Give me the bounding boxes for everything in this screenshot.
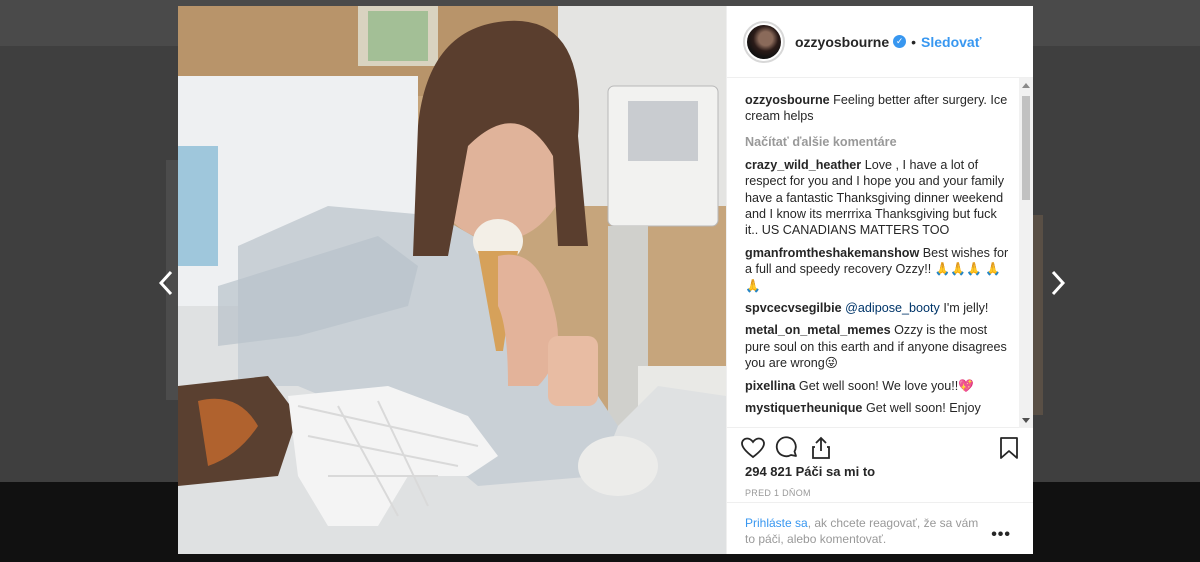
comment-item: pixellina Get well soon! We love you!!💖 [745, 378, 1013, 394]
heart-icon [741, 437, 765, 459]
verified-badge-icon: ✓ [893, 35, 907, 48]
post-actions [741, 430, 1019, 466]
comment-bubble-icon [775, 436, 797, 458]
next-post-button[interactable] [1046, 270, 1070, 302]
chevron-right-icon [1051, 270, 1066, 296]
comment-username[interactable]: gmanfromtheshakemanshow [745, 246, 919, 260]
comment-username[interactable]: ozzyosbourne [745, 93, 830, 107]
share-button[interactable] [809, 433, 843, 463]
comment-text: I'm jelly! [943, 301, 989, 316]
like-button[interactable] [741, 433, 775, 463]
bookmark-icon [1000, 437, 1018, 459]
header-separator: • [911, 33, 917, 50]
avatar[interactable] [743, 20, 785, 63]
comment-item: spvcecvsegilbie @adipose_booty I'm jelly… [745, 300, 1013, 316]
post-image [178, 6, 726, 554]
comment-button[interactable] [775, 433, 809, 463]
comment-item: gmanfromtheshakemanshow Best wishes for … [745, 245, 1013, 294]
likes-count[interactable]: 294 821 Páči sa mi to [745, 464, 875, 479]
follow-button[interactable]: Sledovať [921, 34, 981, 50]
comment-text: Get well soon! We love you!!💖 [798, 378, 974, 393]
post-author-username[interactable]: ozzyosbourne [795, 34, 889, 50]
comment-username[interactable]: crazy_wild_heather [745, 158, 861, 172]
comment-username[interactable]: mystiqueтheunique [745, 401, 862, 415]
post-details-panel: ozzyosbourne ✓ • Sledovať ozzyosbourne F… [726, 6, 1033, 554]
scrollbar-thumb[interactable] [1022, 96, 1030, 200]
load-more-comments-button[interactable]: Načítať ďalšie komentáre [745, 135, 1013, 149]
share-icon [812, 436, 830, 459]
post-modal: ozzyosbourne ✓ • Sledovať ozzyosbourne F… [178, 6, 1033, 554]
post-header: ozzyosbourne ✓ • Sledovať [727, 6, 1033, 78]
comment-item: mystiqueтheunique Get well soon! Enjoy [745, 400, 1013, 416]
chevron-left-icon [158, 270, 173, 296]
login-link[interactable]: Prihláste sa [745, 516, 808, 530]
scroll-up-arrow-icon[interactable] [1022, 83, 1030, 88]
backdrop-page-content [1033, 215, 1043, 415]
comment-username[interactable]: pixellina [745, 379, 795, 393]
comment-username[interactable]: metal_on_metal_memes [745, 323, 891, 337]
login-prompt: Prihláste sa, ak chcete reagovať, že sa … [727, 502, 1033, 554]
scroll-down-arrow-icon[interactable] [1022, 418, 1030, 423]
comment-item: crazy_wild_heather Love , I have a lot o… [745, 157, 1013, 239]
post-timestamp[interactable]: PRED 1 DŇOM [745, 488, 811, 498]
previous-post-button[interactable] [154, 270, 178, 302]
comment-text: Get well soon! Enjoy [865, 401, 981, 416]
comment-mention-link[interactable]: @adipose_booty [845, 301, 940, 315]
caption: ozzyosbourne Feeling better after surger… [745, 92, 1013, 125]
save-button[interactable] [985, 433, 1019, 463]
comment-username[interactable]: spvcecvsegilbie [745, 301, 842, 315]
comments-scrollbar[interactable] [1019, 78, 1033, 428]
comment-item: metal_on_metal_memes Ozzy is the most pu… [745, 322, 1013, 371]
post-photo[interactable] [178, 6, 726, 554]
comments-list[interactable]: ozzyosbourne Feeling better after surger… [727, 78, 1033, 428]
more-options-button[interactable]: ••• [991, 526, 1011, 544]
